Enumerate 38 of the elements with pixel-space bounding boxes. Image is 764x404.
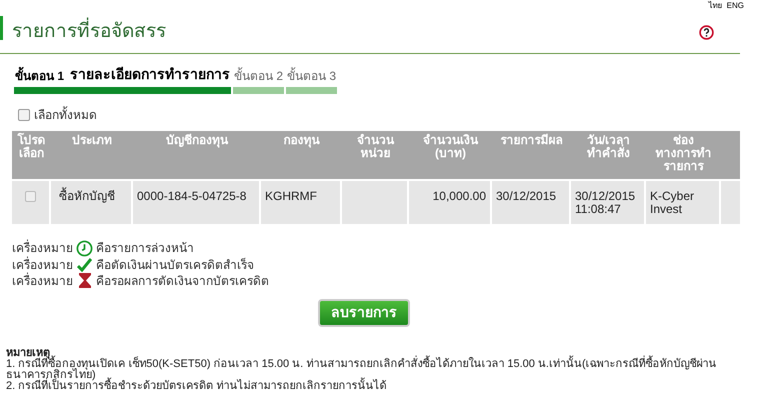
table-cell: KGHRMF — [261, 180, 342, 224]
checkmark-icon — [77, 258, 92, 272]
step-detail: รายละเอียดการทำรายการ — [70, 64, 230, 84]
column-header: จำนวน หน่วย — [342, 130, 409, 178]
legend-text: คือตัดเงินผ่านบัตรเครดิตสำเร็จ — [96, 256, 254, 272]
table-cell: 30/12/2015 11:08:47 — [571, 180, 646, 224]
select-all-checkbox[interactable] — [18, 108, 30, 120]
table-cell: ซื้อหักบัญชี — [51, 180, 133, 224]
select-all-label[interactable]: เลือกทั้งหมด — [34, 106, 97, 124]
legend-text: คือรายการล่วงหน้า — [96, 240, 194, 256]
step-label: ขั้นตอน 3 — [287, 66, 336, 84]
column-header: กองทุน — [261, 130, 342, 178]
column-header: ช่อง ทางการทำ รายการ — [646, 130, 721, 178]
page-title: รายการที่รอจัดสรร — [12, 18, 699, 46]
table-cell: 10,000.00 — [409, 180, 492, 224]
column-header: โปรด เลือก — [12, 130, 51, 178]
language-link[interactable]: ไทย — [708, 1, 723, 11]
empty-cell — [721, 180, 740, 224]
legend-prefix: เครื่องหมาย — [12, 240, 73, 256]
empty-header-cell — [721, 130, 740, 178]
column-header: รายการมีผล — [492, 130, 571, 178]
column-header: จำนวนเงิน (บาท) — [409, 130, 492, 178]
legend-prefix: เครื่องหมาย — [12, 256, 73, 272]
hourglass-icon — [78, 273, 90, 288]
legend-prefix: เครื่องหมาย — [12, 272, 73, 288]
column-header: บัญชีกองทุน — [133, 130, 261, 178]
column-header: วัน/เวลา ทำคำสั่ง — [571, 130, 646, 178]
step-label: ขั้นตอน 2 — [234, 66, 284, 84]
column-header: ประเภท — [51, 130, 133, 178]
table-cell: K-Cyber Invest — [646, 180, 721, 224]
row-checkbox[interactable] — [25, 190, 36, 202]
step-label: ขั้นตอน 1 — [15, 66, 64, 84]
legend-text: คือรอผลการตัดเงินจากบัตรเครดิต — [96, 272, 269, 288]
table-cell: 0000-184-5-04725-8 — [133, 180, 261, 224]
clock-icon — [76, 240, 93, 256]
table-cell: 30/12/2015 — [492, 180, 571, 224]
language-link[interactable]: ENG — [726, 1, 744, 11]
help-icon[interactable] — [699, 24, 714, 40]
